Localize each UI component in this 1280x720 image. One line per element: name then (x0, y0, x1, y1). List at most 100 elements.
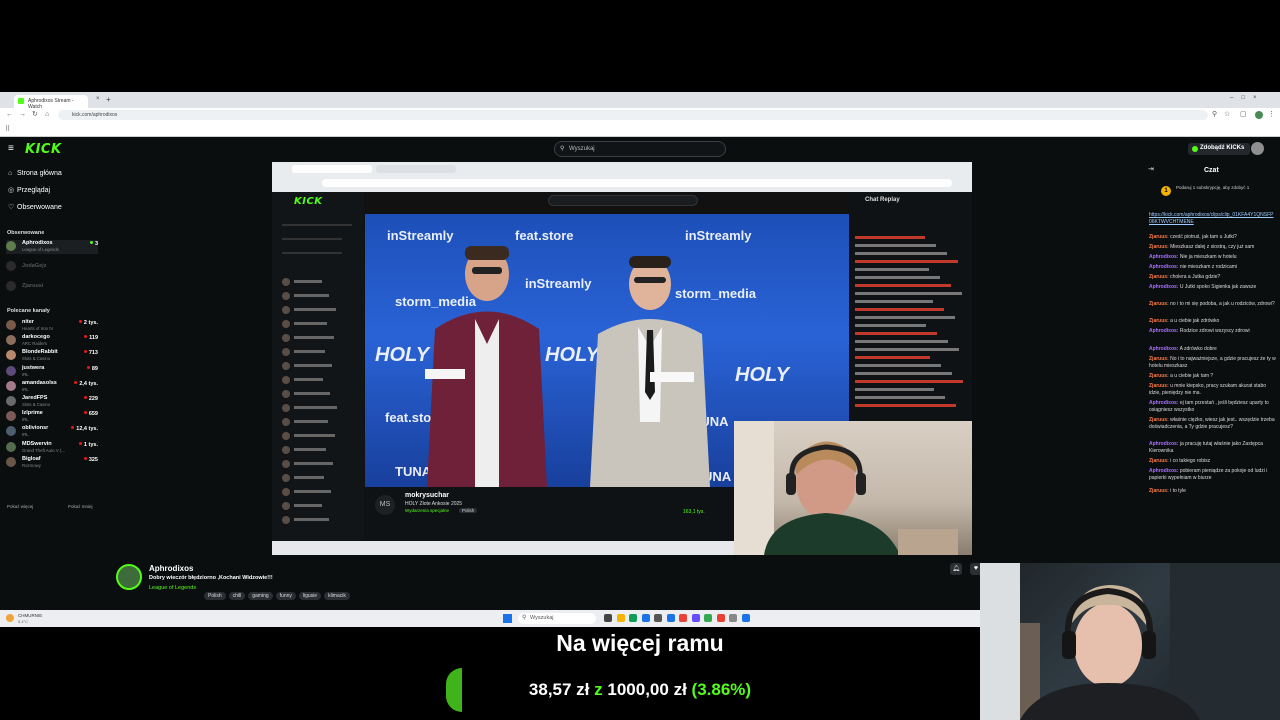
show-less-link[interactable]: Pokaż mniej (68, 504, 93, 509)
chat-username[interactable]: Aphrodixos: (1149, 346, 1178, 352)
chat-text: Mieszkasz dalej z siostrą, czy już sam (1170, 244, 1255, 250)
recommended-channel[interactable]: MDSwervin Grand Theft Auto V (... 1 tys. (6, 441, 98, 455)
followed-channel[interactable]: JodaGejz (6, 260, 98, 274)
captured-channel-avatar (282, 292, 290, 300)
followed-channel[interactable]: Zjaruusi (6, 280, 98, 294)
taskbar-search-input[interactable]: ⚲ Wyszukaj (518, 613, 596, 624)
chat-message: Aphrodixos: Nie ja mieszkam w hotelu (1149, 254, 1276, 261)
sidebar-item-browse[interactable]: ◎ Przeglądaj (8, 186, 50, 194)
back-icon[interactable]: ← (6, 111, 13, 119)
recommended-channel[interactable]: amandasolss IRL 2,4 tys. (6, 380, 98, 394)
channel-name[interactable]: Aphrodixos (149, 564, 193, 573)
notification-bell-icon[interactable]: 🔔︎ (950, 563, 962, 575)
stream-tag[interactable]: chill (228, 592, 246, 600)
apps-grid-icon[interactable]: ⠿ (5, 125, 10, 133)
captured-channel-avatar (282, 320, 290, 328)
chat-username[interactable]: Aphrodixos: (1149, 400, 1178, 406)
stream-category[interactable]: League of Legends (149, 585, 196, 591)
url-bar[interactable]: kick.com/aphrodixos (58, 110, 1208, 120)
collapse-chat-icon[interactable]: ⇥ (1148, 166, 1154, 173)
captured-chat-line (855, 340, 948, 343)
taskbar-app-icon[interactable] (741, 614, 750, 622)
taskbar-app-icon[interactable] (704, 614, 712, 622)
window-controls-icon[interactable]: –□× (1230, 95, 1264, 101)
captured-channel-avatar (282, 516, 290, 524)
chat-username[interactable]: Aphrodixos: (1149, 254, 1178, 260)
browser-address-row: ← → ↻ ⌂ kick.com/aphrodixos ⚲ ☆ ▢ ⋮ (0, 108, 1280, 122)
taskbar-app-icon[interactable] (616, 614, 625, 622)
sidebar-item-following[interactable]: ♡ Obserwowane (8, 203, 62, 211)
stream-tag[interactable]: klimacik (324, 592, 350, 600)
captured-channel-avatar (282, 306, 290, 314)
search-input[interactable]: ⚲ Wyszukaj (554, 141, 726, 157)
taskbar-app-icon[interactable] (641, 614, 650, 622)
gift-sub-banner[interactable]: 1 Podaruj 1 subskrypcję, aby zdobyć 1 (1148, 182, 1276, 202)
chat-username[interactable]: Zjaruus: (1149, 458, 1169, 464)
chat-username[interactable]: Aphrodixos: (1149, 328, 1178, 334)
chat-username[interactable]: Zjaruus: (1149, 488, 1169, 494)
stream-tag[interactable]: Polish (204, 592, 226, 600)
chat-username[interactable]: Aphrodixos: (1149, 441, 1178, 447)
recommended-channel[interactable]: Izlprime IRL 659 (6, 410, 98, 424)
taskbar-app-icon[interactable] (729, 614, 737, 622)
profile-avatar[interactable] (1255, 111, 1263, 119)
kick-logo[interactable]: KICK (25, 142, 62, 157)
extensions-icon[interactable]: ▢ (1240, 111, 1247, 119)
recommended-channel[interactable]: darkocego ARC Raiders 119 (6, 334, 98, 348)
channel-name: JodaGejz (22, 263, 47, 269)
taskbar-app-icon[interactable] (604, 614, 612, 622)
chat-username[interactable]: Aphrodixos: (1149, 284, 1178, 290)
video-player[interactable]: KICK inStreamly feat.store inStreamly storm… (272, 162, 972, 555)
captured-chat-line (855, 332, 937, 335)
followed-channel[interactable]: Aphrodixos League of Legends 3 (6, 240, 98, 254)
reload-icon[interactable]: ↻ (32, 111, 38, 119)
taskbar-app-icon[interactable] (654, 614, 662, 622)
chat-message: Zjaruus: i to tyle (1149, 488, 1276, 495)
new-tab-icon[interactable]: + (106, 95, 111, 104)
stream-tag[interactable]: ligusie (298, 592, 322, 600)
chat-username[interactable]: Zjaruus: (1149, 383, 1169, 389)
stream-tag[interactable]: funny (275, 592, 296, 600)
stream-tag[interactable]: gaming (248, 592, 273, 600)
taskbar-app-icon[interactable] (716, 614, 725, 622)
chat-username[interactable]: Aphrodixos: (1149, 264, 1178, 270)
chat-username[interactable]: Zjaruus: (1149, 274, 1169, 280)
chat-username[interactable]: Aphrodixos: (1149, 468, 1178, 474)
taskbar-app-icon[interactable] (679, 614, 687, 622)
chat-link[interactable]: https://kick.com/aphrodixos/clips/clip_0… (1149, 212, 1274, 225)
user-avatar[interactable] (1251, 142, 1264, 155)
taskbar-app-icon[interactable] (629, 614, 637, 622)
chat-username[interactable]: Zjaruus: (1149, 417, 1169, 423)
show-more-link[interactable]: Pokaż więcej (7, 504, 33, 509)
sidebar-item-home[interactable]: ⌂ Strona główna (8, 170, 62, 177)
recommended-channel[interactable]: justwera IRL 89 (6, 365, 98, 379)
channel-avatar[interactable] (116, 564, 142, 590)
chat-username[interactable]: Zjaruus: (1149, 244, 1169, 250)
recommended-channel[interactable]: oblivionsr IRL 12,4 tys. (6, 425, 98, 439)
chat-username[interactable]: Zjaruus: (1149, 318, 1169, 324)
chat-username[interactable]: Zjaruus: (1149, 356, 1169, 362)
recommended-channel[interactable]: Bigloaf Rozmowy 325 (6, 456, 98, 470)
bookmark-star-icon[interactable]: ☆ (1224, 111, 1230, 119)
taskbar-app-icon[interactable] (691, 614, 700, 622)
chat-username[interactable]: Zjaruus: (1149, 234, 1169, 240)
recommended-channel[interactable]: niter Hearts of Iron IV 2 tys. (6, 319, 98, 333)
chat-username[interactable]: Zjaruus: (1149, 301, 1169, 307)
channel-category: IRL (22, 417, 29, 423)
zoom-icon[interactable]: ⚲ (1212, 111, 1217, 119)
screen: Aphrodixos Stream - Watch × + –□× ← → ↻ … (0, 0, 1280, 720)
forward-icon[interactable]: → (19, 111, 26, 119)
browser-menu-icon[interactable]: ⋮ (1268, 111, 1275, 119)
tab-close-icon[interactable]: × (96, 96, 100, 102)
recommended-channel[interactable]: BlondeRabbit Slots & Casino 713 (6, 349, 98, 363)
home-icon[interactable]: ⌂ (45, 111, 49, 119)
get-kicks-button[interactable]: Zdobądź KICKs (1188, 143, 1251, 155)
taskbar-app-icon[interactable] (666, 614, 675, 622)
sidebar: ⌂ Strona główna ◎ Przeglądaj ♡ Obserwowane … (0, 161, 104, 610)
recommended-channel[interactable]: JaredFPS Slots & Casino 229 (6, 395, 98, 409)
start-icon[interactable] (503, 614, 512, 623)
menu-icon[interactable]: ≡ (8, 143, 14, 154)
chat-username[interactable]: Zjaruus: (1149, 373, 1169, 379)
captured-chat-line (855, 252, 947, 255)
browser-tab-active[interactable]: Aphrodixos Stream - Watch (14, 95, 88, 110)
